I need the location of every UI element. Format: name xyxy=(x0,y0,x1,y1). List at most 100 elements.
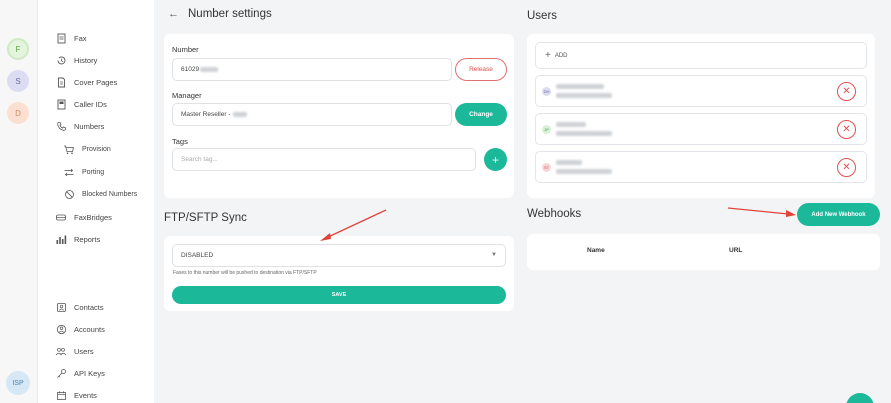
user-row: ST ✕ xyxy=(535,151,867,183)
release-button[interactable]: Release xyxy=(455,58,507,81)
chevron-down-icon: ▼ xyxy=(491,252,497,258)
redacted-user-email xyxy=(556,169,612,174)
block-icon xyxy=(62,188,76,200)
add-user-button[interactable]: + ADD xyxy=(535,42,867,69)
tags-search-input[interactable]: Search tag... xyxy=(172,148,476,171)
sidebar-item-users[interactable]: Users xyxy=(54,345,94,357)
user-avatar: DH xyxy=(542,87,551,96)
sidebar-item-porting[interactable]: Porting xyxy=(62,166,104,178)
user-row: JP ✕ xyxy=(535,113,867,145)
webhooks-column-name: Name xyxy=(587,247,605,254)
contacts-icon xyxy=(54,301,68,313)
annotation-arrow-icon xyxy=(727,207,796,217)
fax-icon xyxy=(54,32,68,44)
users-icon xyxy=(54,345,68,357)
sidebar-item-provision[interactable]: Provision xyxy=(62,143,111,155)
plus-icon: + xyxy=(545,50,551,61)
number-value: 61029 xyxy=(181,66,200,73)
faxbridge-icon xyxy=(54,211,68,223)
calendar-icon xyxy=(54,389,68,401)
sidebar-item-label: FaxBridges xyxy=(74,212,112,222)
annotation-arrow-icon xyxy=(320,209,387,241)
redacted-manager xyxy=(233,112,248,117)
cover-pages-icon xyxy=(54,76,68,88)
cart-icon xyxy=(62,143,76,155)
remove-user-button[interactable]: ✕ xyxy=(837,158,856,177)
sidebar-item-label: Contacts xyxy=(74,302,104,312)
sidebar-item-label: Events xyxy=(74,390,97,400)
ftp-card: DISABLED ▼ Faxes to this number will be … xyxy=(164,236,514,311)
ftp-mode-value: DISABLED xyxy=(181,252,214,259)
ftp-save-button[interactable]: SAVE xyxy=(172,286,506,304)
sidebar-item-label: Numbers xyxy=(74,121,105,131)
number-settings-card: Number 61029 Release Manager Master Rese… xyxy=(164,34,514,198)
phone-icon xyxy=(54,120,68,132)
sidebar-item-history[interactable]: History xyxy=(54,54,97,66)
user-avatar: ST xyxy=(542,163,551,172)
sidebar-item-label: Caller IDs xyxy=(74,99,107,109)
caller-ids-icon xyxy=(54,98,68,110)
sidebar-item-accounts[interactable]: Accounts xyxy=(54,323,105,335)
workspace-avatar-d[interactable]: D xyxy=(7,102,29,124)
sidebar-item-cover-pages[interactable]: Cover Pages xyxy=(54,76,117,88)
user-avatar: JP xyxy=(542,125,551,134)
sidebar-item-label: Fax xyxy=(74,33,87,43)
sidebar-item-label: History xyxy=(74,55,98,65)
redacted-user-name xyxy=(556,160,582,165)
manager-label: Manager xyxy=(172,91,202,100)
accounts-icon xyxy=(54,323,68,335)
number-field[interactable]: 61029 xyxy=(172,58,452,81)
add-new-webhook-button[interactable]: Add New Webhook xyxy=(797,203,880,226)
redacted-user-name xyxy=(556,122,586,127)
floating-chat-button[interactable] xyxy=(846,393,874,403)
sidebar-item-label: Accounts xyxy=(74,324,105,334)
sidebar-item-label: API Keys xyxy=(74,368,105,378)
sidebar-item-blocked-numbers[interactable]: Blocked Numbers xyxy=(62,188,137,200)
manager-value: Master Reseller - xyxy=(181,111,231,118)
number-label: Number xyxy=(172,45,199,54)
ftp-section-title: FTP/SFTP Sync xyxy=(164,212,247,224)
sidebar-item-contacts[interactable]: Contacts xyxy=(54,301,104,313)
sidebar-item-label: Blocked Numbers xyxy=(82,190,138,198)
sidebar-item-label: Provision xyxy=(82,145,111,153)
porting-icon xyxy=(62,166,76,178)
redacted-number xyxy=(200,67,219,72)
sidebar-item-faxbridges[interactable]: FaxBridges xyxy=(54,211,112,223)
sidebar-item-fax[interactable]: Fax xyxy=(54,32,87,44)
add-tag-button[interactable]: + xyxy=(484,148,507,171)
change-manager-button[interactable]: Change xyxy=(455,103,507,126)
sidebar-item-caller-ids[interactable]: Caller IDs xyxy=(54,98,107,110)
key-icon xyxy=(54,367,68,379)
main-content: ← Number settings Number 61029 Release M… xyxy=(154,0,891,403)
remove-user-button[interactable]: ✕ xyxy=(837,120,856,139)
sidebar-item-label: Cover Pages xyxy=(74,77,118,87)
user-row: DH ✕ xyxy=(535,75,867,107)
sidebar-item-label: Reports xyxy=(74,234,101,244)
page-title: Number settings xyxy=(188,8,272,20)
remove-user-button[interactable]: ✕ xyxy=(837,82,856,101)
manager-field[interactable]: Master Reseller - xyxy=(172,103,452,126)
webhooks-table: Name URL xyxy=(527,234,880,270)
back-arrow-icon[interactable]: ← xyxy=(168,8,179,20)
webhooks-column-url: URL xyxy=(729,247,743,254)
reports-icon xyxy=(54,233,68,245)
redacted-user-name xyxy=(556,84,604,89)
ftp-help-text: Faxes to this number will be pushed to d… xyxy=(173,270,317,276)
add-user-label: ADD xyxy=(554,52,568,59)
sidebar-item-label: Users xyxy=(74,346,94,356)
workspace-avatar-s[interactable]: S xyxy=(7,70,29,92)
redacted-user-email xyxy=(556,131,612,136)
workspace-avatar-f[interactable]: F xyxy=(7,38,29,60)
sidebar-item-events[interactable]: Events xyxy=(54,389,97,401)
user-avatar[interactable]: ISP xyxy=(6,371,30,395)
sidebar-item-api-keys[interactable]: API Keys xyxy=(54,367,105,379)
ftp-mode-select[interactable]: DISABLED ▼ xyxy=(172,244,506,267)
sidebar: Fax History Cover Pages Caller IDs Numbe… xyxy=(38,0,154,403)
sidebar-item-reports[interactable]: Reports xyxy=(54,233,100,245)
history-icon xyxy=(54,54,68,66)
tags-label: Tags xyxy=(172,137,188,146)
users-card: + ADD DH ✕ JP ✕ ST ✕ xyxy=(527,34,875,198)
sidebar-item-numbers[interactable]: Numbers xyxy=(54,120,104,132)
workspace-rail: F S D ISP xyxy=(0,0,38,403)
sidebar-item-label: Porting xyxy=(82,168,105,176)
